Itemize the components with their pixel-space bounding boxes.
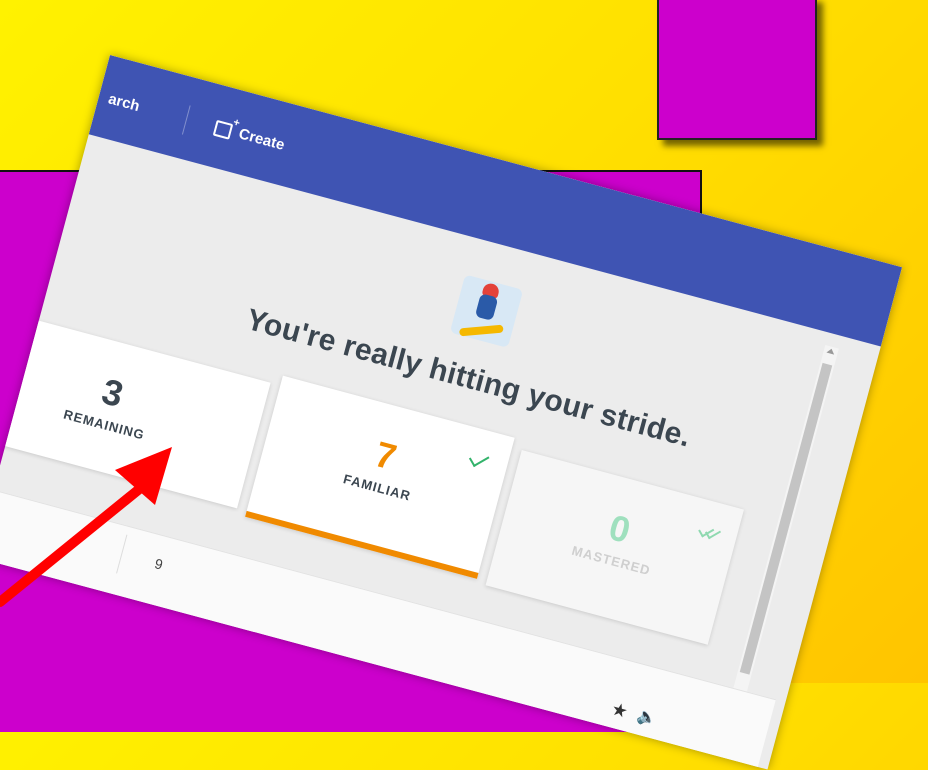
background-magenta-square: [657, 0, 817, 140]
nav-create-label: Create: [236, 125, 287, 154]
row-divider: [116, 534, 128, 574]
scroll-up-icon[interactable]: [826, 347, 836, 355]
nav-search-link[interactable]: arch: [106, 90, 141, 115]
stat-mastered-tile[interactable]: 0 MASTERED: [485, 450, 744, 645]
star-icon[interactable]: ★: [609, 699, 630, 723]
create-icon: [212, 119, 234, 140]
stat-remaining-tile[interactable]: 3 REMAINING: [0, 305, 271, 509]
nav-divider: [181, 105, 191, 135]
snowboarder-icon: [449, 274, 524, 348]
definition-text: 9: [152, 555, 165, 573]
speaker-icon[interactable]: 🔈: [635, 705, 659, 729]
double-check-icon: [698, 523, 722, 540]
stat-familiar-tile[interactable]: 7 FAMILIAR: [245, 375, 515, 579]
nav-create-button[interactable]: Create: [212, 119, 287, 154]
